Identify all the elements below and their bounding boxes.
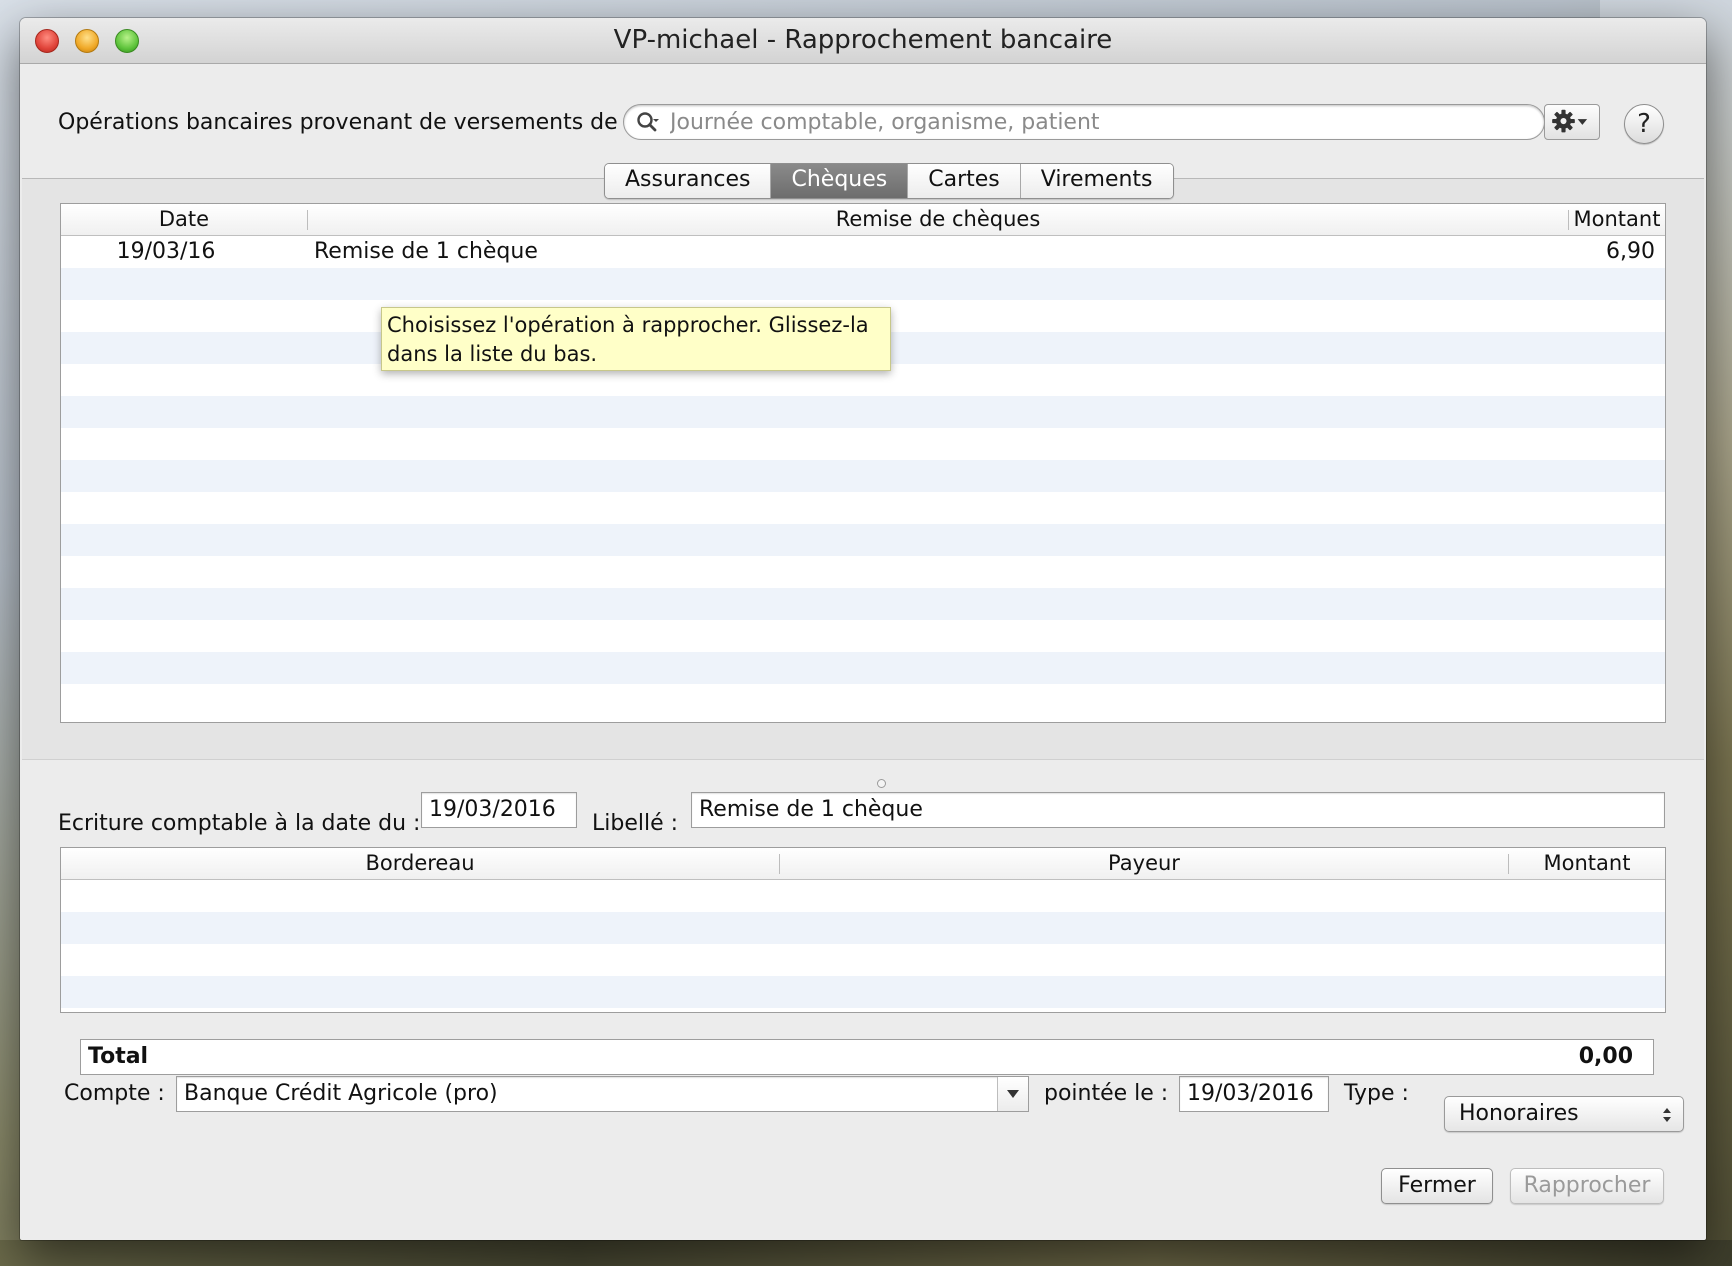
detail-table-header: Bordereau Payeur Montant	[61, 848, 1665, 880]
desktop-background-bottom	[0, 1240, 1732, 1266]
account-combobox-arrow[interactable]	[997, 1077, 1028, 1111]
row-amount: 6,90	[1606, 239, 1655, 264]
entry-date-label: Ecriture comptable à la date du :	[58, 811, 421, 836]
column-header-payeur[interactable]: Payeur	[780, 848, 1508, 879]
tab-virements[interactable]: Virements	[1020, 164, 1173, 198]
action-menu-button[interactable]	[1544, 104, 1600, 140]
operations-table-header: Date Remise de chèques Montant	[61, 204, 1665, 236]
chevron-down-icon	[1007, 1090, 1019, 1098]
split-view-handle[interactable]	[877, 779, 886, 788]
total-label: Total	[88, 1044, 149, 1069]
account-label: Compte :	[64, 1081, 165, 1106]
gear-icon	[1552, 109, 1588, 133]
column-header-montant[interactable]: Montant	[1569, 204, 1665, 235]
account-combobox[interactable]: Banque Crédit Agricole (pro)	[176, 1076, 1029, 1112]
pointed-date-field[interactable]: 19/03/2016	[1179, 1076, 1329, 1112]
tab-assurances[interactable]: Assurances	[605, 164, 772, 198]
window-title: VP-michael - Rapprochement bancaire	[613, 25, 1113, 55]
row-label: Remise de 1 chèque	[314, 239, 538, 264]
search-icon[interactable]	[636, 111, 660, 135]
total-row: Total 0,00	[80, 1039, 1654, 1075]
reconciliation-window: VP-michael - Rapprochement bancaire Opér…	[20, 18, 1706, 1240]
chevron-down-icon	[1577, 119, 1588, 125]
column-header-date[interactable]: Date	[61, 204, 307, 235]
libelle-label: Libellé :	[592, 811, 679, 836]
detail-table[interactable]: Bordereau Payeur Montant	[60, 847, 1666, 1013]
tab-panel: Date Remise de chèques Montant 19/03/16 …	[22, 178, 1704, 760]
account-value: Banque Crédit Agricole (pro)	[184, 1081, 498, 1106]
help-button[interactable]: ?	[1624, 104, 1664, 144]
type-label: Type :	[1344, 1081, 1409, 1106]
tab-cheques[interactable]: Chèques	[771, 164, 909, 198]
close-button[interactable]: Fermer	[1381, 1168, 1493, 1204]
libelle-field[interactable]: Remise de 1 chèque	[691, 792, 1665, 828]
table-row[interactable]	[61, 236, 1665, 268]
type-value: Honoraires	[1459, 1101, 1579, 1126]
type-popup-button[interactable]: Honoraires	[1444, 1096, 1684, 1132]
operations-table[interactable]: Date Remise de chèques Montant 19/03/16 …	[60, 203, 1666, 723]
total-value: 0,00	[1578, 1044, 1633, 1069]
search-input[interactable]	[670, 107, 1520, 137]
up-down-arrows-icon	[1663, 1108, 1671, 1122]
search-field[interactable]	[623, 104, 1545, 140]
title-bar[interactable]: VP-michael - Rapprochement bancaire	[20, 18, 1706, 64]
column-header-remise[interactable]: Remise de chèques	[308, 204, 1568, 235]
source-label: Opérations bancaires provenant de versem…	[58, 110, 633, 135]
entry-date-field[interactable]: 19/03/2016	[421, 792, 577, 828]
pointed-date-label: pointée le :	[1044, 1081, 1169, 1106]
row-date: 19/03/16	[116, 239, 216, 264]
reconcile-button[interactable]: Rapprocher	[1510, 1168, 1664, 1204]
column-header-bordereau[interactable]: Bordereau	[61, 848, 779, 879]
tab-cartes[interactable]: Cartes	[908, 164, 1021, 198]
tooltip: Choisissez l'opération à rapprocher. Gli…	[381, 307, 891, 371]
tab-bar: Assurances Chèques Cartes Virements	[604, 163, 1174, 199]
column-header-montant-detail[interactable]: Montant	[1509, 848, 1665, 879]
